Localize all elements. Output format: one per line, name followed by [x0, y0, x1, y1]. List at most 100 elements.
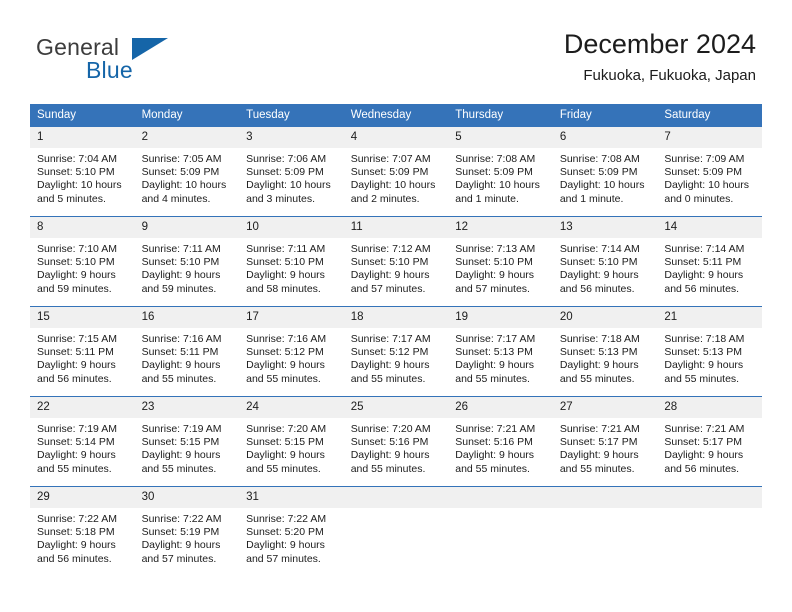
- day-cell[interactable]: 28 Sunrise: 7:21 AM Sunset: 5:17 PM Dayligh…: [657, 396, 762, 487]
- daylight-text: Daylight: 9 hours and 55 minutes.: [141, 449, 221, 475]
- sunrise-text: Sunrise: 7:21 AM: [664, 423, 745, 435]
- sunset-text: Sunset: 5:18 PM: [37, 526, 115, 539]
- sunrise-text: Sunrise: 7:21 AM: [455, 423, 536, 435]
- day-number: 9: [134, 217, 240, 238]
- brand-name-blue: Blue: [86, 57, 133, 83]
- day-cell[interactable]: 10 Sunrise: 7:11 AM Sunset: 5:10 PM Dayligh…: [239, 216, 344, 307]
- sunrise-text: Sunrise: 7:14 AM: [664, 243, 745, 255]
- daylight-text: Daylight: 9 hours and 55 minutes.: [664, 359, 744, 385]
- title-block: December 2024 Fukuoka, Fukuoka, Japan: [564, 28, 756, 86]
- sunrise-text: Sunrise: 7:17 AM: [455, 333, 536, 345]
- day-details: Sunrise: 7:19 AM Sunset: 5:14 PM Daylight:…: [30, 418, 135, 476]
- sunset-text: Sunset: 5:10 PM: [37, 256, 115, 269]
- sunset-text: Sunset: 5:16 PM: [455, 436, 533, 449]
- page-title: December 2024: [563, 29, 756, 59]
- day-cell[interactable]: 1 Sunrise: 7:04 AM Sunset: 5:10 PM Daylight…: [30, 126, 135, 217]
- day-cell[interactable]: 16 Sunrise: 7:16 AM Sunset: 5:11 PM Dayligh…: [134, 306, 240, 397]
- day-cell[interactable]: 7 Sunrise: 7:09 AM Sunset: 5:09 PM Daylight…: [657, 126, 762, 217]
- day-details: Sunrise: 7:14 AM Sunset: 5:10 PM Daylight:…: [553, 238, 658, 296]
- day-cell[interactable]: 30 Sunrise: 7:22 AM Sunset: 5:19 PM Dayligh…: [134, 486, 240, 576]
- day-cell[interactable]: 20 Sunrise: 7:18 AM Sunset: 5:13 PM Dayligh…: [552, 306, 658, 397]
- daylight-text: Daylight: 9 hours and 59 minutes.: [141, 269, 221, 295]
- daylight-text: Daylight: 9 hours and 57 minutes.: [246, 539, 325, 565]
- day-number: 8: [30, 217, 135, 238]
- day-cell[interactable]: 8 Sunrise: 7:10 AM Sunset: 5:10 PM Daylight…: [30, 216, 135, 307]
- day-cell[interactable]: 23 Sunrise: 7:19 AM Sunset: 5:15 PM Dayligh…: [134, 396, 240, 487]
- day-cell[interactable]: 13 Sunrise: 7:14 AM Sunset: 5:10 PM Dayligh…: [552, 216, 658, 307]
- daylight-text: Daylight: 10 hours and 0 minutes.: [664, 179, 750, 205]
- day-cell-empty: [343, 486, 449, 576]
- sunset-text: Sunset: 5:09 PM: [350, 166, 429, 179]
- day-cell[interactable]: 9 Sunrise: 7:11 AM Sunset: 5:10 PM Daylight…: [134, 216, 240, 307]
- weekday-header-thursday: Thursday: [448, 104, 553, 127]
- sunrise-text: Sunrise: 7:13 AM: [455, 243, 536, 255]
- daylight-text: Daylight: 10 hours and 3 minutes.: [246, 179, 331, 205]
- day-cell[interactable]: 11 Sunrise: 7:12 AM Sunset: 5:10 PM Dayligh…: [343, 216, 449, 307]
- day-cell[interactable]: 18 Sunrise: 7:17 AM Sunset: 5:12 PM Dayligh…: [343, 306, 449, 397]
- day-details: Sunrise: 7:08 AM Sunset: 5:09 PM Daylight:…: [448, 148, 553, 206]
- daylight-text: Daylight: 9 hours and 55 minutes.: [141, 359, 221, 385]
- daylight-text: Daylight: 9 hours and 59 minutes.: [37, 269, 116, 295]
- day-details: Sunrise: 7:07 AM Sunset: 5:09 PM Daylight:…: [344, 148, 449, 206]
- day-number: 7: [657, 127, 762, 148]
- day-cell[interactable]: 29 Sunrise: 7:22 AM Sunset: 5:18 PM Dayligh…: [30, 486, 135, 576]
- sunrise-text: Sunrise: 7:19 AM: [37, 423, 117, 435]
- day-details: Sunrise: 7:14 AM Sunset: 5:11 PM Daylight:…: [657, 238, 762, 296]
- day-number: 22: [30, 397, 135, 418]
- sunrise-text: Sunrise: 7:09 AM: [664, 153, 745, 165]
- daylight-text: Daylight: 9 hours and 55 minutes.: [246, 359, 325, 385]
- day-details: Sunrise: 7:09 AM Sunset: 5:09 PM Daylight:…: [657, 148, 762, 206]
- day-cell[interactable]: 5 Sunrise: 7:08 AM Sunset: 5:09 PM Daylight…: [448, 126, 553, 217]
- day-details: Sunrise: 7:20 AM Sunset: 5:15 PM Daylight:…: [239, 418, 344, 476]
- day-cell[interactable]: 19 Sunrise: 7:17 AM Sunset: 5:13 PM Dayligh…: [448, 306, 553, 397]
- day-number: 23: [134, 397, 240, 418]
- day-cell[interactable]: 21 Sunrise: 7:18 AM Sunset: 5:13 PM Dayligh…: [657, 306, 762, 397]
- day-cell[interactable]: 12 Sunrise: 7:13 AM Sunset: 5:10 PM Dayligh…: [448, 216, 553, 307]
- day-cell[interactable]: 25 Sunrise: 7:20 AM Sunset: 5:16 PM Dayligh…: [343, 396, 449, 487]
- day-cell[interactable]: 6 Sunrise: 7:08 AM Sunset: 5:09 PM Daylight…: [552, 126, 658, 217]
- day-details: Sunrise: 7:06 AM Sunset: 5:09 PM Daylight:…: [239, 148, 344, 206]
- sunrise-text: Sunrise: 7:12 AM: [350, 243, 431, 255]
- sunrise-text: Sunrise: 7:14 AM: [559, 243, 640, 255]
- sunset-text: Sunset: 5:11 PM: [664, 256, 742, 269]
- day-details: Sunrise: 7:11 AM Sunset: 5:10 PM Daylight:…: [135, 238, 240, 296]
- sunset-text: Sunset: 5:19 PM: [141, 526, 220, 539]
- daylight-text: Daylight: 9 hours and 55 minutes.: [246, 449, 325, 475]
- day-number: 4: [343, 127, 449, 148]
- day-number: 15: [30, 307, 135, 328]
- daylight-text: Daylight: 9 hours and 57 minutes.: [455, 269, 535, 295]
- day-cell[interactable]: 3 Sunrise: 7:06 AM Sunset: 5:09 PM Daylight…: [239, 126, 344, 217]
- day-number: 20: [552, 307, 658, 328]
- day-number: 6: [552, 127, 658, 148]
- day-cell[interactable]: 15 Sunrise: 7:15 AM Sunset: 5:11 PM Dayligh…: [30, 306, 135, 397]
- day-cell[interactable]: 2 Sunrise: 7:05 AM Sunset: 5:09 PM Daylight…: [134, 126, 240, 217]
- day-cell[interactable]: 4 Sunrise: 7:07 AM Sunset: 5:09 PM Daylight…: [343, 126, 449, 217]
- day-number: 14: [657, 217, 762, 238]
- sunrise-text: Sunrise: 7:08 AM: [559, 153, 640, 165]
- day-cell[interactable]: 14 Sunrise: 7:14 AM Sunset: 5:11 PM Dayligh…: [657, 216, 762, 307]
- day-details: Sunrise: 7:22 AM Sunset: 5:19 PM Daylight:…: [135, 508, 240, 566]
- day-cell[interactable]: 26 Sunrise: 7:21 AM Sunset: 5:16 PM Dayligh…: [448, 396, 553, 487]
- brand-logo[interactable]: General Blue: [36, 34, 236, 86]
- daylight-text: Daylight: 9 hours and 55 minutes.: [350, 449, 430, 475]
- daylight-text: Daylight: 9 hours and 56 minutes.: [37, 539, 116, 565]
- day-details: Sunrise: 7:12 AM Sunset: 5:10 PM Daylight:…: [344, 238, 449, 296]
- week-row: 22 Sunrise: 7:19 AM Sunset: 5:14 PM Dayligh…: [30, 396, 762, 487]
- day-cell[interactable]: 31 Sunrise: 7:22 AM Sunset: 5:20 PM Dayligh…: [239, 486, 344, 576]
- day-cell[interactable]: 27 Sunrise: 7:21 AM Sunset: 5:17 PM Dayligh…: [552, 396, 658, 487]
- day-cell[interactable]: 22 Sunrise: 7:19 AM Sunset: 5:14 PM Dayligh…: [30, 396, 135, 487]
- sunset-text: Sunset: 5:10 PM: [141, 256, 220, 269]
- day-number: 17: [239, 307, 344, 328]
- day-number: 28: [657, 397, 762, 418]
- day-details: Sunrise: 7:04 AM Sunset: 5:10 PM Daylight:…: [30, 148, 135, 206]
- calendar-body: 1 Sunrise: 7:04 AM Sunset: 5:10 PM Daylight…: [30, 126, 762, 576]
- daylight-text: Daylight: 9 hours and 55 minutes.: [350, 359, 430, 385]
- day-cell[interactable]: 17 Sunrise: 7:16 AM Sunset: 5:12 PM Dayligh…: [239, 306, 344, 397]
- day-cell[interactable]: 24 Sunrise: 7:20 AM Sunset: 5:15 PM Dayligh…: [239, 396, 344, 487]
- day-number: [657, 487, 762, 508]
- sunset-text: Sunset: 5:10 PM: [246, 256, 324, 269]
- sunrise-text: Sunrise: 7:05 AM: [141, 153, 222, 165]
- day-number: 26: [448, 397, 553, 418]
- daylight-text: Daylight: 9 hours and 57 minutes.: [350, 269, 430, 295]
- weekday-header-saturday: Saturday: [657, 104, 762, 127]
